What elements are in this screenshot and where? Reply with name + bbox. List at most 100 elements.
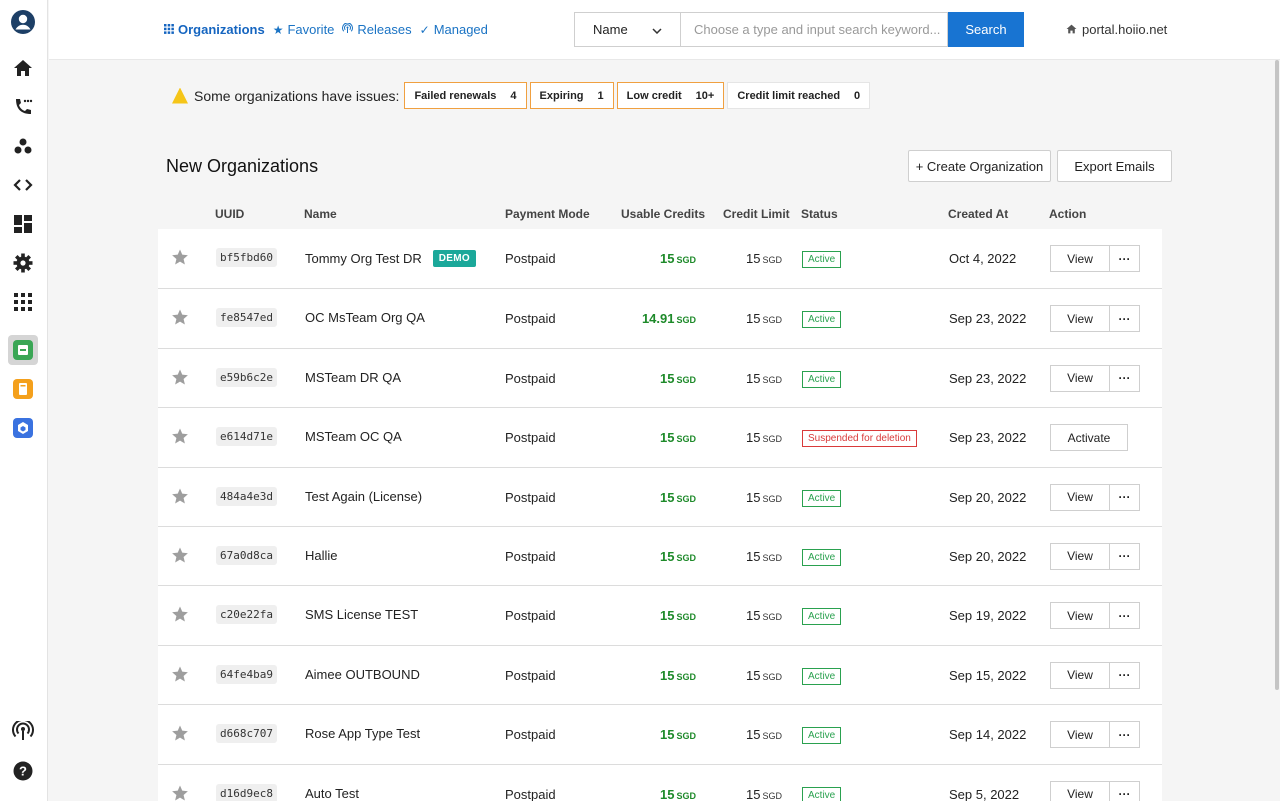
code-icon[interactable]: [8, 170, 38, 200]
favorite-star-icon[interactable]: [171, 784, 189, 801]
phone-routing-icon[interactable]: [8, 92, 38, 122]
more-options-button[interactable]: ···: [1109, 364, 1140, 392]
usable-credits-value: 15: [660, 786, 675, 801]
currency-label: SGD: [676, 434, 696, 445]
help-icon[interactable]: ?: [8, 756, 38, 786]
table-row: fe8547ed OC MsTeam Org QA Postpaid 14.91…: [158, 288, 1162, 348]
app-green-icon[interactable]: [8, 335, 38, 365]
usable-credits-value: 15: [660, 667, 675, 683]
credit-limit-cell: 15 SGD: [746, 608, 782, 623]
col-payment-mode: Payment Mode: [505, 207, 590, 221]
nav-organizations-label: Organizations: [178, 22, 265, 37]
view-button[interactable]: View: [1050, 661, 1110, 689]
view-button[interactable]: View: [1050, 245, 1110, 272]
favorite-star-icon[interactable]: [171, 248, 189, 266]
status-badge: Active: [802, 251, 842, 268]
usable-credits-cell: 15 SGD: [660, 490, 696, 505]
created-at-cell: Sep 5, 2022: [949, 786, 1020, 801]
favorite-star-icon[interactable]: [171, 427, 189, 445]
more-options-button[interactable]: ···: [1109, 542, 1140, 570]
col-uuid: UUID: [215, 207, 245, 221]
more-options-button[interactable]: ···: [1109, 245, 1140, 272]
org-name: Hallie: [305, 547, 338, 563]
app-orange-icon[interactable]: [8, 374, 38, 404]
view-button[interactable]: View: [1050, 542, 1110, 570]
status-badge: Suspended for deletion: [802, 430, 917, 448]
group-icon[interactable]: [8, 131, 38, 161]
more-options-button[interactable]: ···: [1109, 305, 1140, 333]
currency-label: SGD: [676, 493, 696, 504]
created-at-cell: Sep 20, 2022: [949, 548, 1027, 564]
view-button[interactable]: View: [1050, 602, 1110, 630]
usable-credits-value: 15: [660, 370, 675, 386]
nav-managed[interactable]: ✓ Managed: [420, 22, 488, 37]
org-name-cell: MSTeam DR QA: [305, 370, 401, 385]
favorite-star-icon[interactable]: [171, 487, 189, 505]
favorite-star-icon[interactable]: [171, 665, 189, 683]
broadcast-icon[interactable]: [8, 716, 38, 746]
settings-gear-icon[interactable]: [8, 248, 38, 278]
table-row: 67a0d8ca Hallie Postpaid 15 SGD 15 SGD Act…: [158, 525, 1162, 586]
chip-label: Failed renewals: [414, 89, 497, 102]
nav-releases[interactable]: Releases: [342, 22, 412, 37]
more-options-button[interactable]: ···: [1109, 602, 1140, 630]
org-name: OC MsTeam Org QA: [305, 310, 425, 326]
search-type-select[interactable]: Name: [574, 12, 680, 47]
status-badge: Active: [802, 370, 842, 388]
top-nav: Organizations ★ Favorite Releases ✓ Mana…: [164, 22, 488, 37]
issue-chip-credit-limit[interactable]: Credit limit reached 0: [727, 82, 871, 109]
created-at-cell: Sep 14, 2022: [949, 727, 1027, 743]
org-name-cell: Rose App Type Test: [305, 726, 420, 741]
more-options-button[interactable]: ···: [1109, 721, 1140, 749]
view-button[interactable]: View: [1050, 483, 1110, 511]
more-options-button[interactable]: ···: [1109, 780, 1140, 801]
activate-button[interactable]: Activate: [1050, 424, 1128, 452]
home-icon[interactable]: [8, 53, 38, 83]
favorite-star-icon[interactable]: [171, 546, 189, 564]
favorite-star-icon[interactable]: [171, 308, 189, 326]
organizations-table: bf5fbd60 Tommy Org Test DR DEMO Postpaid …: [158, 229, 1162, 801]
search-bar: Name Choose a type and input search keyw…: [574, 12, 1024, 47]
credit-limit-value: 15: [746, 489, 761, 505]
view-button[interactable]: View: [1050, 364, 1110, 392]
svg-text:?: ?: [19, 764, 27, 779]
nav-releases-label: Releases: [357, 22, 412, 37]
credit-limit-value: 15: [746, 251, 761, 266]
created-at-cell: Sep 15, 2022: [949, 667, 1027, 683]
view-button[interactable]: View: [1050, 721, 1110, 749]
issue-chip-expiring[interactable]: Expiring 1: [529, 82, 614, 109]
favorite-star-icon[interactable]: [171, 368, 189, 386]
issue-chip-low-credit[interactable]: Low credit 10+: [616, 82, 725, 109]
more-options-button[interactable]: ···: [1109, 483, 1140, 511]
nav-organizations[interactable]: Organizations: [164, 22, 265, 37]
org-name: Test Again (License): [305, 488, 423, 504]
apps-grid-icon[interactable]: [8, 287, 38, 317]
usable-credits-cell: 14.91 SGD: [642, 311, 696, 326]
search-input[interactable]: Choose a type and input search keyword..…: [680, 12, 948, 47]
status-badge: Active: [802, 548, 842, 566]
usable-credits-value: 14.91: [641, 311, 675, 327]
user-account-icon[interactable]: [8, 7, 38, 37]
portal-link[interactable]: portal.hoiio.net: [1066, 22, 1167, 37]
create-organization-button[interactable]: + Create Organization: [908, 150, 1051, 182]
search-button[interactable]: Search: [948, 12, 1024, 47]
credit-limit-value: 15: [746, 311, 761, 327]
export-emails-button[interactable]: Export Emails: [1057, 150, 1172, 182]
table-row: bf5fbd60 Tommy Org Test DR DEMO Postpaid …: [158, 229, 1162, 289]
created-at-cell: Sep 23, 2022: [949, 430, 1027, 446]
favorite-star-icon[interactable]: [171, 605, 189, 623]
chip-label: Expiring: [539, 89, 584, 102]
app-blue-icon[interactable]: [8, 413, 38, 443]
view-button[interactable]: View: [1050, 305, 1110, 333]
currency-label: SGD: [676, 374, 696, 385]
view-button[interactable]: View: [1050, 780, 1110, 801]
favorite-star-icon[interactable]: [171, 724, 189, 742]
nav-favorite[interactable]: ★ Favorite: [273, 22, 335, 37]
more-options-button[interactable]: ···: [1109, 661, 1140, 689]
col-usable-credits: Usable Credits: [621, 207, 706, 221]
table-row: c20e22fa SMS License TEST Postpaid 15 SGD…: [158, 585, 1162, 645]
vertical-scrollbar[interactable]: [1275, 60, 1279, 690]
created-at-cell: Sep 19, 2022: [949, 608, 1027, 624]
issue-chip-failed-renewals[interactable]: Failed renewals 4: [404, 82, 527, 109]
credit-limit-cell: 15 SGD: [746, 549, 782, 564]
